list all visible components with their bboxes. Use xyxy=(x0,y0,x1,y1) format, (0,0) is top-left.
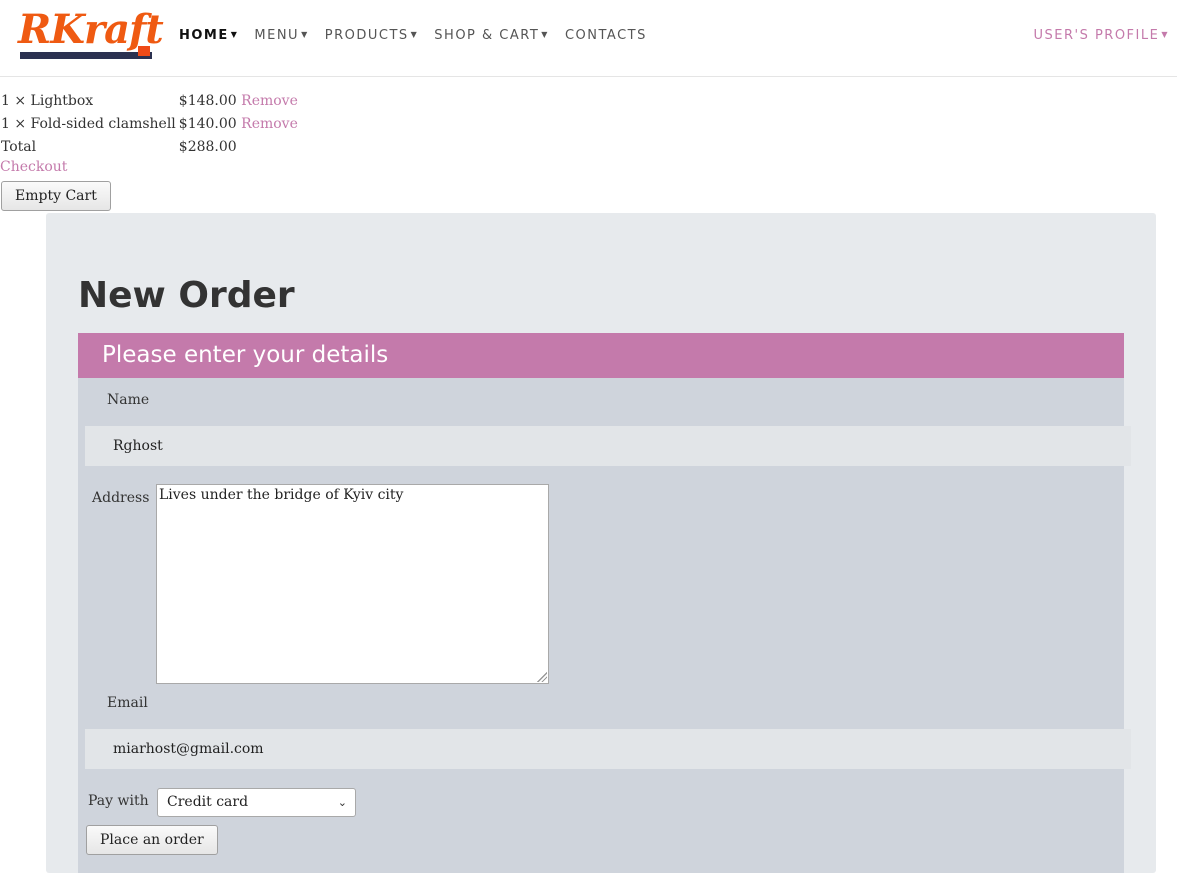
nav-item-shop-cart[interactable]: SHOP & CART ▼ xyxy=(434,28,549,43)
caret-down-icon: ▼ xyxy=(410,30,419,39)
page-title: New Order xyxy=(78,275,295,316)
cart-item-price: $140.00 Remove xyxy=(178,113,300,136)
cart-item-price: $148.00 Remove xyxy=(178,90,300,113)
nav-menu-label: MENU xyxy=(254,28,300,43)
address-label: Address xyxy=(92,490,150,506)
payment-method-select[interactable]: Credit card ⌄ xyxy=(157,788,356,817)
user-profile-label: USER'S PROFILE xyxy=(1033,28,1160,43)
cart-summary: 1 × Lightbox $148.00 Remove 1 × Fold-sid… xyxy=(0,90,300,159)
pay-with-label: Pay with xyxy=(88,793,149,809)
cart-item-name: 1 × Fold-sided clamshell xyxy=(1,116,176,132)
cart-item-name: 1 × Lightbox xyxy=(1,93,94,109)
checkout-link[interactable]: Checkout xyxy=(0,159,67,175)
total-value: $288.00 xyxy=(178,139,237,155)
chevron-down-icon: ⌄ xyxy=(337,796,347,809)
name-label: Name xyxy=(107,392,150,408)
price-value: $148.00 xyxy=(178,93,237,109)
nav-home-label: HOME xyxy=(179,28,229,43)
caret-down-icon: ▼ xyxy=(230,30,239,39)
brand-logo[interactable]: RKraft xyxy=(18,6,164,60)
nav-item-home[interactable]: HOME ▼ xyxy=(179,28,238,43)
new-order-panel: New Order Please enter your details Name… xyxy=(46,213,1156,873)
address-value: Lives under the bridge of Kyiv city xyxy=(159,487,404,503)
order-form: Please enter your details Name Rghost Ad… xyxy=(78,333,1131,873)
address-textarea[interactable]: Lives under the bridge of Kyiv city xyxy=(156,484,549,684)
nav-shop-cart-label: SHOP & CART xyxy=(434,28,540,43)
nav-products-label: PRODUCTS xyxy=(324,28,409,43)
main-nav: HOME ▼ MENU ▼ PRODUCTS ▼ SHOP & CART ▼ CONTA… xyxy=(179,28,663,43)
remove-link[interactable]: Remove xyxy=(241,93,298,109)
nav-item-menu[interactable]: MENU ▼ xyxy=(254,28,308,43)
price-value: $140.00 xyxy=(178,116,237,132)
form-header-text: Please enter your details xyxy=(102,342,389,368)
user-profile-menu[interactable]: USER'S PROFILE ▼ xyxy=(1033,28,1169,43)
form-header: Please enter your details xyxy=(78,333,1124,378)
cart-table: 1 × Lightbox $148.00 Remove 1 × Fold-sid… xyxy=(0,90,300,159)
resize-handle-icon[interactable] xyxy=(537,672,547,682)
nav-contacts-label: CONTACTS xyxy=(564,28,647,43)
top-navbar: RKraft HOME ▼ MENU ▼ PRODUCTS ▼ SHOP & CART… xyxy=(0,0,1177,77)
place-order-button[interactable]: Place an order xyxy=(86,825,218,855)
caret-down-icon: ▼ xyxy=(301,30,309,39)
nav-item-contacts[interactable]: CONTACTS xyxy=(565,28,647,43)
nav-item-products[interactable]: PRODUCTS ▼ xyxy=(325,28,419,43)
total-label: Total xyxy=(1,139,37,155)
caret-down-icon: ▼ xyxy=(1161,30,1169,39)
name-field[interactable]: Rghost xyxy=(85,426,1131,466)
cart-row: 1 × Fold-sided clamshell $140.00 Remove xyxy=(0,113,300,136)
caret-down-icon: ▼ xyxy=(541,30,549,39)
cart-row: 1 × Lightbox $148.00 Remove xyxy=(0,90,300,113)
cart-total-row: Total $288.00 xyxy=(0,136,300,159)
email-field[interactable]: miarhost@gmail.com xyxy=(85,729,1131,769)
remove-link[interactable]: Remove xyxy=(241,116,298,132)
empty-cart-button[interactable]: Empty Cart xyxy=(1,181,111,211)
email-label: Email xyxy=(107,695,148,711)
payment-method-value: Credit card xyxy=(167,794,249,810)
logo-text: RKraft xyxy=(18,6,164,53)
logo-underline xyxy=(20,52,152,59)
